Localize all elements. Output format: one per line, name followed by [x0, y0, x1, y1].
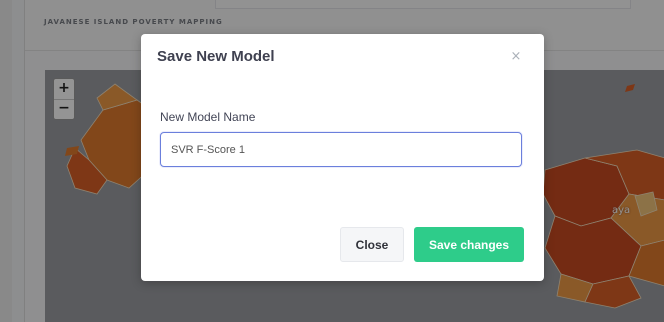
close-button[interactable]: Close — [340, 227, 404, 262]
model-name-label: New Model Name — [160, 110, 256, 124]
save-model-dialog: Save New Model × New Model Name Close Sa… — [141, 34, 544, 281]
save-changes-button[interactable]: Save changes — [414, 227, 524, 262]
model-name-input[interactable] — [160, 132, 522, 167]
close-icon[interactable]: × — [509, 50, 523, 64]
dialog-title: Save New Model — [157, 48, 275, 65]
